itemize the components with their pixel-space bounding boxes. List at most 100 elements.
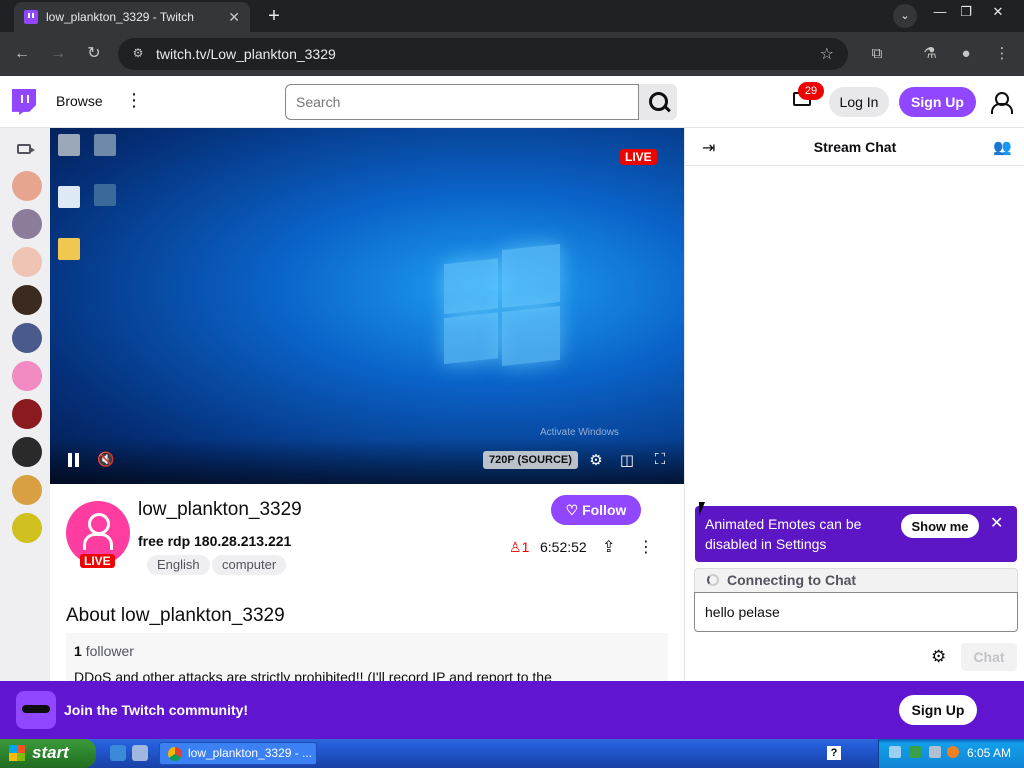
channel-avatar[interactable] [12,437,42,467]
notification-badge: 29 [798,82,824,100]
follower-count-value: 1 [74,643,82,659]
extensions-puzzle-icon[interactable]: ⧉ [865,42,889,66]
forward-arrow-icon[interactable]: → [46,42,70,66]
profile-icon[interactable]: ● [954,42,978,66]
follower-count: 1 follower [74,643,134,659]
about-heading: About low_plankton_3329 [66,605,285,626]
player-controls: 🔇 720P (SOURCE) ⚙ ◫ ⛶ [50,438,684,484]
follow-label: Follow [582,501,627,518]
windows-flag-icon [9,745,25,761]
followed-channels-rail [0,128,50,681]
loading-spinner-icon [707,574,719,586]
browser-tab[interactable]: low_plankton_3329 - Twitch ✕ [14,2,250,32]
help-icon[interactable]: ? [827,746,841,760]
tag-computer[interactable]: computer [212,555,287,575]
join-community-banner: Join the Twitch community! Sign Up [0,681,1024,739]
quality-badge[interactable]: 720P (SOURCE) [483,451,578,469]
browser-toolbar: ← → ↻ ⚙ twitch.tv/Low_plankton_3329 ☆ ⧉ … [0,32,1024,76]
follower-label: follower [85,643,134,659]
community-users-icon[interactable]: 👥 [993,138,1012,156]
twitch-logo-icon[interactable] [12,89,36,115]
about-panel: 1 follower DDoS and other attacks are st… [66,633,668,681]
channel-avatar[interactable] [12,361,42,391]
channel-avatar[interactable] [12,475,42,505]
fullscreen-icon[interactable]: ⛶ [651,451,669,468]
animated-emotes-banner: Animated Emotes can be disabled in Setti… [695,506,1017,562]
ie-quicklaunch-icon[interactable] [110,745,126,761]
signup-button[interactable]: Sign Up [899,87,976,117]
muted-volume-icon[interactable]: 🔇 [97,451,114,468]
chat-send-button[interactable]: Chat [961,643,1017,671]
viewer-count-value: 1 [521,539,530,555]
tab-close-icon[interactable]: ✕ [228,9,240,26]
browse-link[interactable]: Browse [56,93,103,109]
url-text: twitch.tv/Low_plankton_3329 [156,46,336,62]
close-banner-icon[interactable]: ✕ [990,514,1003,534]
chrome-icon [168,747,182,761]
tray-icon[interactable] [889,746,901,758]
theatre-mode-icon[interactable]: ◫ [618,451,636,469]
search-button[interactable] [639,84,677,120]
viewer-person-icon: ♙ [509,539,522,555]
channel-name[interactable]: low_plankton_3329 [138,499,302,521]
start-button[interactable]: start [0,739,96,768]
taskbar-task-chrome[interactable]: low_plankton_3329 - ... [159,742,317,765]
channel-avatar[interactable] [12,323,42,353]
pause-icon[interactable] [67,453,81,467]
join-signup-button[interactable]: Sign Up [899,695,977,725]
minimize-icon[interactable]: — [926,2,954,22]
login-button[interactable]: Log In [829,87,889,117]
search-input[interactable] [285,84,639,120]
chat-input[interactable] [694,592,1018,632]
tag-english[interactable]: English [147,555,210,575]
address-bar[interactable]: ⚙ twitch.tv/Low_plankton_3329 ☆ [118,38,848,70]
stream-uptime: 6:52:52 [540,539,587,555]
labs-flask-icon[interactable]: ⚗ [918,42,942,66]
channel-avatar[interactable] [12,209,42,239]
video-camera-icon[interactable] [17,144,35,154]
windows-logo [444,240,560,372]
more-options-icon[interactable]: ⋮ [638,537,654,557]
desktop-computer-icon [94,134,116,156]
channel-avatar[interactable] [12,171,42,201]
channel-avatar[interactable] [12,285,42,315]
browser-tab-strip: low_plankton_3329 - Twitch ✕ + ⌄ — ❐ ✕ [0,0,1024,32]
new-tab-button[interactable]: + [262,4,286,28]
bookmark-star-icon[interactable]: ☆ [820,44,834,64]
chat-settings-gear-icon[interactable]: ⚙ [931,647,946,667]
more-vertical-icon[interactable]: ⋮ [124,90,144,111]
quicklaunch-icon[interactable] [132,745,148,761]
tab-search-chevron-icon[interactable]: ⌄ [893,4,917,28]
twitch-top-nav: Browse ⋮ 29 Log In Sign Up [0,76,1024,128]
back-arrow-icon[interactable]: ← [10,42,34,66]
tray-search-icon[interactable] [947,746,959,758]
restore-icon[interactable]: ❐ [952,2,980,22]
tab-title: low_plankton_3329 - Twitch [46,10,194,24]
user-menu-icon[interactable] [990,92,1013,114]
site-info-icon[interactable]: ⚙ [130,46,146,62]
mouse-cursor-icon [699,502,705,516]
connecting-status: Connecting to Chat [694,568,1018,592]
share-icon[interactable]: ⇪ [602,537,615,557]
tray-icon[interactable] [909,746,921,758]
settings-gear-icon[interactable]: ⚙ [587,451,605,469]
player-live-badge: LIVE [620,149,657,165]
tray-icon[interactable] [929,746,941,758]
show-me-button[interactable]: Show me [901,514,979,538]
browser-menu-icon[interactable]: ⋮ [990,42,1014,66]
channel-avatar[interactable] [12,513,42,543]
stream-title: free rdp 180.28.213.221 [138,533,292,549]
task-label: low_plankton_3329 - ... [188,746,313,760]
chat-header: ⇥ Stream Chat 👥 [685,128,1024,166]
channel-avatar[interactable] [12,399,42,429]
desktop-app-icon [94,184,116,206]
windows-taskbar: start low_plankton_3329 - ... ? 6:05 AM [0,739,1024,768]
window-close-icon[interactable]: ✕ [984,2,1012,22]
twitch-favicon-icon [24,10,38,24]
reload-icon[interactable]: ↻ [82,42,106,66]
video-player[interactable]: LIVE Activate Windows 🔇 720P (SOURCE) ⚙ … [50,128,684,484]
follow-button[interactable]: ♡ Follow [551,495,641,525]
channel-info: LIVE low_plankton_3329 free rdp 180.28.2… [50,484,684,681]
channel-avatar[interactable] [12,247,42,277]
system-tray: 6:05 AM [878,739,1024,768]
